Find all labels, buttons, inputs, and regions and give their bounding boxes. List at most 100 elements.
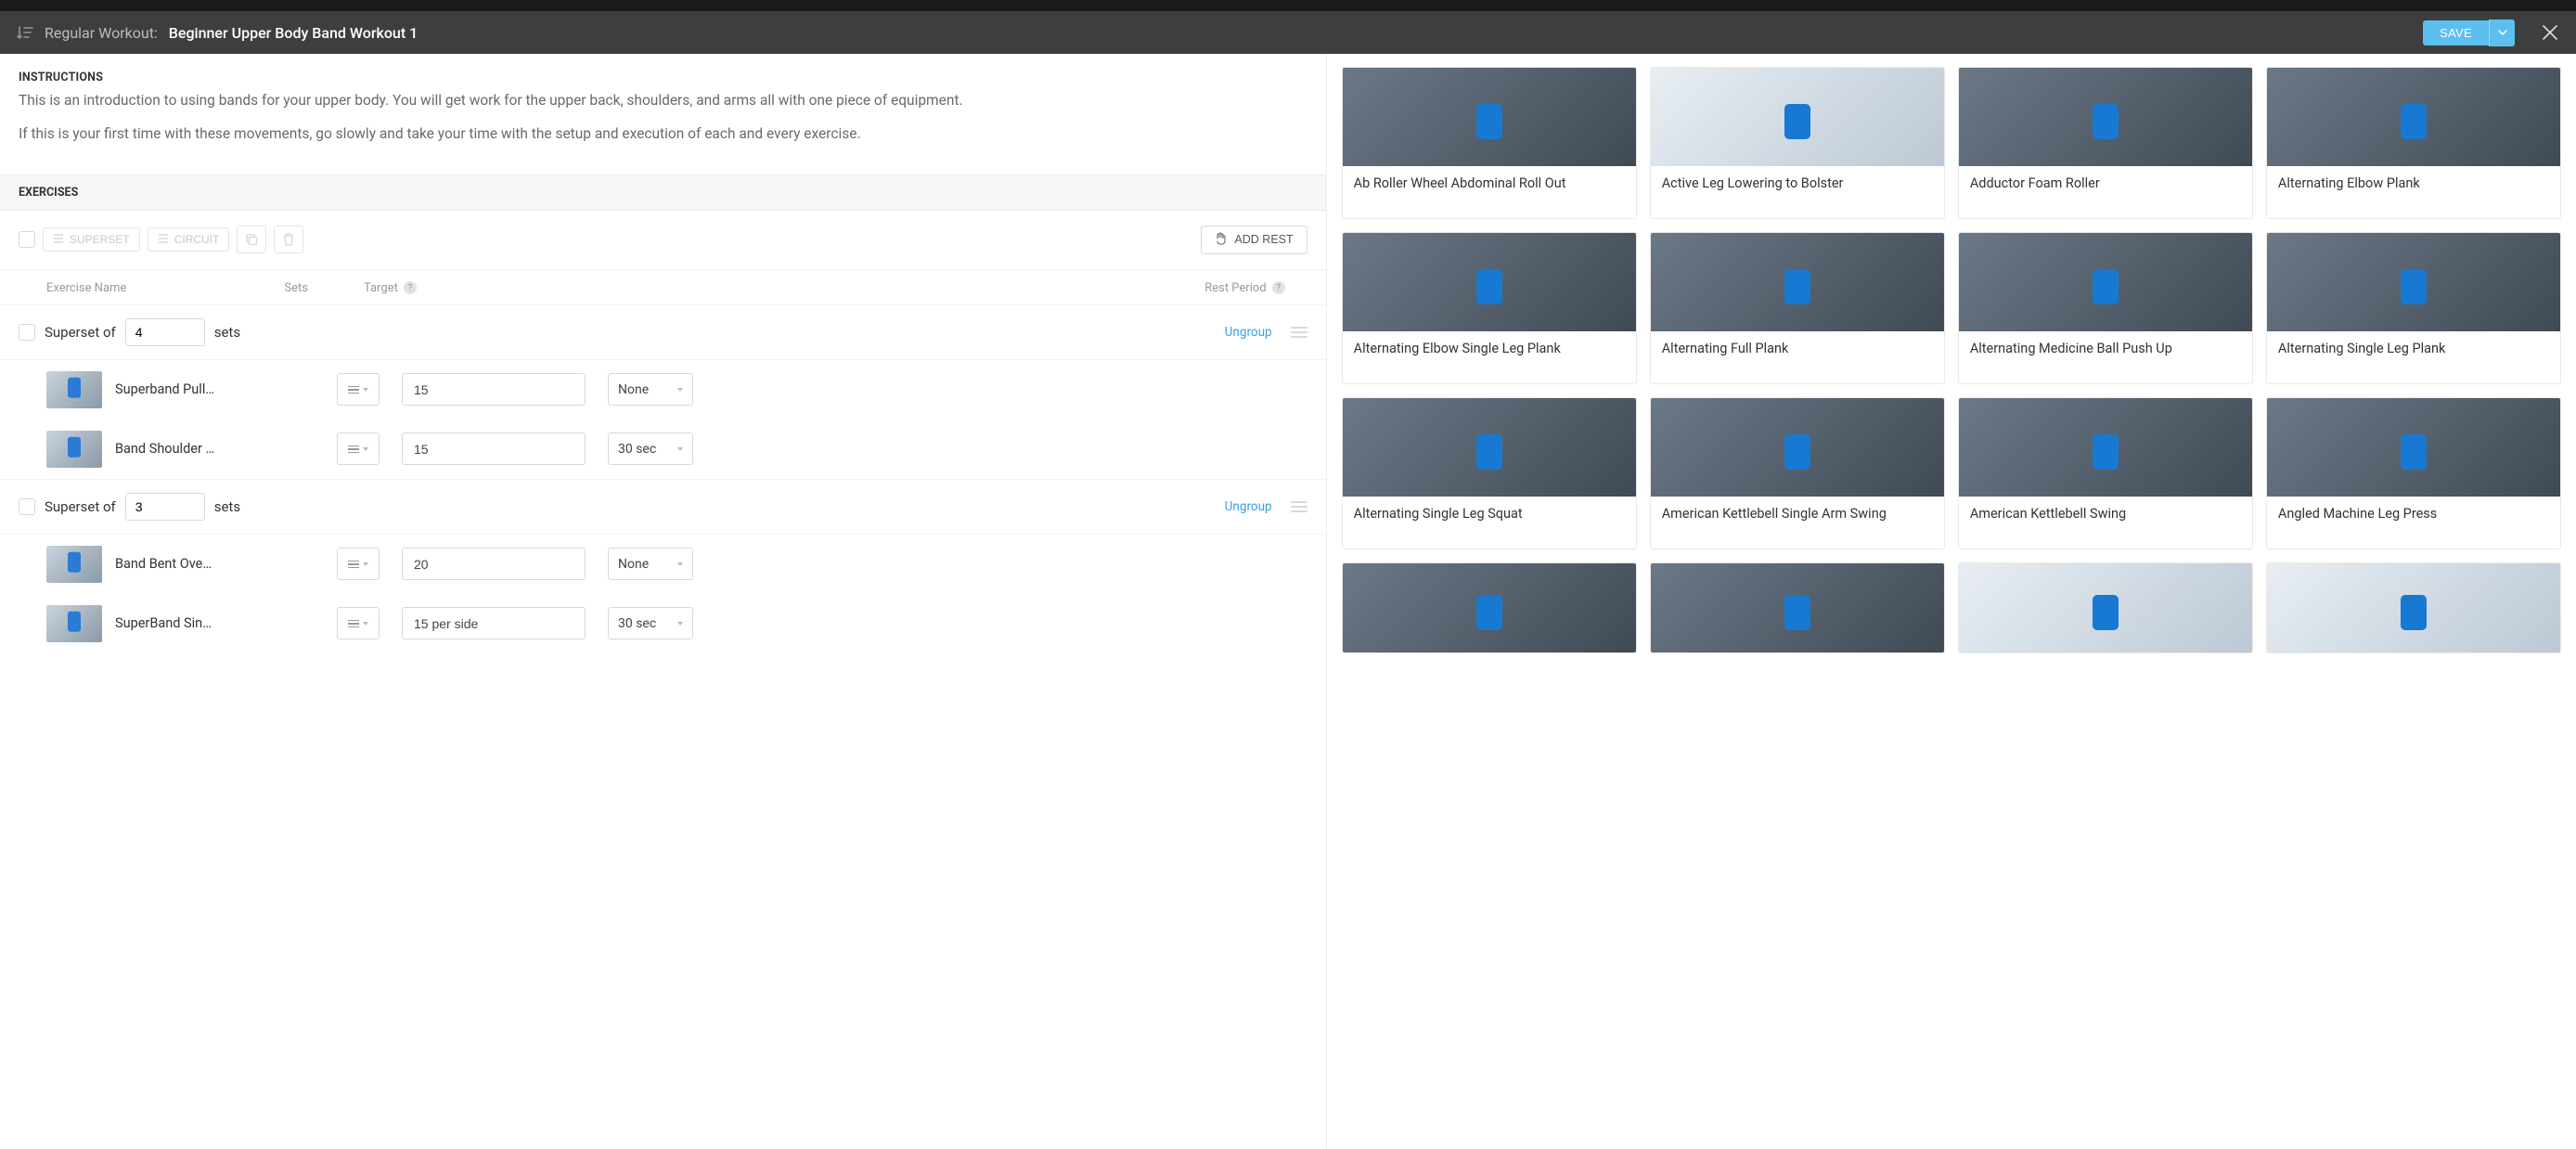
rest-select[interactable]: None	[608, 373, 693, 406]
card-title: Adductor Foam Roller	[1959, 166, 2252, 218]
target-type-select[interactable]	[337, 607, 380, 639]
select-all-checkbox[interactable]	[19, 231, 35, 248]
exercise-card[interactable]: Adductor Foam Roller	[1958, 67, 2253, 219]
superset-suffix: sets	[214, 498, 240, 515]
col-rest: Rest Period?	[547, 281, 1307, 295]
exercise-name: Band Shoulder …	[115, 441, 250, 457]
superset-sets-input[interactable]	[125, 493, 205, 521]
card-title: Angled Machine Leg Press	[2267, 497, 2560, 549]
target-type-select[interactable]	[337, 548, 380, 580]
card-title: Alternating Elbow Single Leg Plank	[1343, 331, 1636, 383]
chevron-down-icon	[677, 562, 683, 566]
superset-button[interactable]: SUPERSET	[43, 227, 140, 252]
card-title: Alternating Full Plank	[1651, 331, 1944, 383]
exercise-card[interactable]: Alternating Elbow Single Leg Plank	[1342, 232, 1637, 384]
circuit-button[interactable]: CIRCUIT	[148, 227, 230, 252]
copy-button[interactable]	[237, 226, 266, 253]
exercise-thumbnail[interactable]	[46, 605, 102, 642]
info-icon[interactable]: ?	[1272, 281, 1285, 294]
card-title: American Kettlebell Swing	[1959, 497, 2252, 549]
superset-header: Superset of sets Ungroup	[0, 479, 1326, 535]
exercise-card[interactable]: Alternating Elbow Plank	[2266, 67, 2561, 219]
exercise-card[interactable]	[1958, 562, 2253, 653]
exercise-card[interactable]: Active Leg Lowering to Bolster	[1650, 67, 1945, 219]
card-title: Active Leg Lowering to Bolster	[1651, 166, 1944, 218]
target-type-select[interactable]	[337, 373, 380, 406]
delete-button[interactable]	[274, 226, 303, 253]
exercise-row: Band Shoulder … 30 sec	[0, 420, 1326, 479]
chevron-down-icon	[363, 447, 368, 451]
exercise-card[interactable]: Alternating Single Leg Squat	[1342, 397, 1637, 549]
left-panel[interactable]: INSTRUCTIONS This is an introduction to …	[0, 54, 1327, 1149]
list-icon	[53, 233, 64, 246]
info-icon[interactable]: ?	[404, 281, 417, 294]
workout-type-label: Regular Workout:	[45, 24, 158, 42]
exercise-card[interactable]: Alternating Medicine Ball Push Up	[1958, 232, 2253, 384]
exercise-card[interactable]: Alternating Single Leg Plank	[2266, 232, 2561, 384]
card-title: Alternating Medicine Ball Push Up	[1959, 331, 2252, 383]
chevron-down-icon	[677, 388, 683, 392]
list-icon	[158, 233, 169, 246]
col-sets: Sets	[251, 281, 327, 295]
superset-sets-input[interactable]	[125, 318, 205, 346]
exercise-name: Band Bent Ove…	[115, 556, 250, 572]
exercise-row: SuperBand Sin… 30 sec	[0, 594, 1326, 653]
superset-suffix: sets	[214, 324, 240, 341]
exercise-thumbnail[interactable]	[46, 546, 102, 583]
rest-select[interactable]: None	[608, 548, 693, 580]
chevron-down-icon	[363, 388, 368, 392]
card-title: Ab Roller Wheel Abdominal Roll Out	[1343, 166, 1636, 218]
exercise-name: Superband Pull…	[115, 381, 250, 397]
superset-header: Superset of sets Ungroup	[0, 305, 1326, 360]
titlebar: Regular Workout: Beginner Upper Body Ban…	[0, 11, 2576, 54]
save-button[interactable]: SAVE	[2423, 20, 2489, 45]
exercise-card[interactable]: Angled Machine Leg Press	[2266, 397, 2561, 549]
exercise-card[interactable]	[1650, 562, 1945, 653]
save-button-group: SAVE	[2423, 19, 2515, 46]
exercise-toolbar: SUPERSET CIRCUIT ADD REST	[0, 211, 1326, 270]
close-icon[interactable]	[2541, 23, 2559, 42]
exercise-card-grid: Ab Roller Wheel Abdominal Roll Out Activ…	[1342, 67, 2561, 653]
column-headers: Exercise Name Sets Target? Rest Period?	[0, 270, 1326, 305]
instructions-p2: If this is your first time with these mo…	[19, 123, 1307, 144]
rest-select[interactable]: 30 sec	[608, 607, 693, 639]
target-input[interactable]	[402, 607, 586, 639]
exercise-row: Superband Pull… None	[0, 360, 1326, 420]
ungroup-link[interactable]: Ungroup	[1225, 499, 1272, 514]
chevron-down-icon	[677, 622, 683, 626]
instructions-label: INSTRUCTIONS	[0, 54, 1326, 90]
target-input[interactable]	[402, 432, 586, 465]
exercise-card[interactable]: American Kettlebell Single Arm Swing	[1650, 397, 1945, 549]
rest-select[interactable]: 30 sec	[608, 432, 693, 465]
superset-prefix: Superset of	[45, 498, 116, 515]
col-target: Target?	[327, 281, 547, 295]
card-title: American Kettlebell Single Arm Swing	[1651, 497, 1944, 549]
target-input[interactable]	[402, 548, 586, 580]
save-dropdown[interactable]	[2489, 19, 2515, 46]
exercise-card[interactable]	[1342, 562, 1637, 653]
drag-handle[interactable]	[1291, 501, 1307, 512]
target-input[interactable]	[402, 373, 586, 406]
superset-prefix: Superset of	[45, 324, 116, 341]
exercise-name: SuperBand Sin…	[115, 615, 250, 631]
superset-checkbox[interactable]	[19, 324, 35, 341]
drag-handle[interactable]	[1291, 327, 1307, 338]
chevron-down-icon	[363, 562, 368, 566]
ungroup-link[interactable]: Ungroup	[1225, 325, 1272, 340]
chevron-down-icon	[677, 447, 683, 451]
card-title: Alternating Single Leg Squat	[1343, 497, 1636, 549]
add-rest-button[interactable]: ADD REST	[1201, 226, 1307, 254]
card-title: Alternating Single Leg Plank	[2267, 331, 2560, 383]
workout-title: Beginner Upper Body Band Workout 1	[169, 24, 418, 42]
target-type-select[interactable]	[337, 432, 380, 465]
exercise-thumbnail[interactable]	[46, 431, 102, 468]
exercise-library-panel[interactable]: Ab Roller Wheel Abdominal Roll Out Activ…	[1327, 54, 2576, 1149]
workout-editor-modal: Regular Workout: Beginner Upper Body Ban…	[0, 11, 2576, 1149]
exercise-thumbnail[interactable]	[46, 371, 102, 408]
exercise-card[interactable]	[2266, 562, 2561, 653]
superset-checkbox[interactable]	[19, 498, 35, 515]
chevron-down-icon	[363, 622, 368, 626]
exercise-card[interactable]: American Kettlebell Swing	[1958, 397, 2253, 549]
exercise-card[interactable]: Alternating Full Plank	[1650, 232, 1945, 384]
exercise-card[interactable]: Ab Roller Wheel Abdominal Roll Out	[1342, 67, 1637, 219]
